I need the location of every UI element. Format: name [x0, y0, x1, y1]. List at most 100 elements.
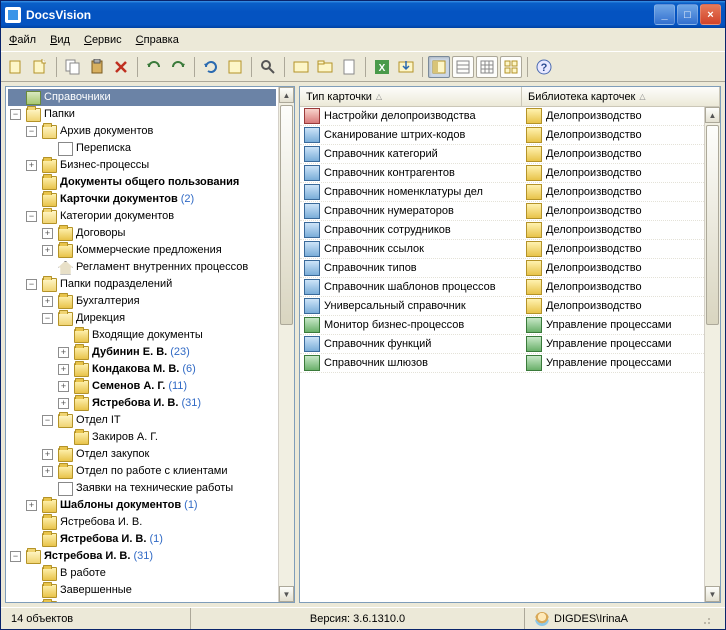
tb-excel-icon[interactable]: X	[371, 56, 393, 78]
tb-card-icon[interactable]	[290, 56, 312, 78]
tree-scrollbar[interactable]: ▲ ▼	[278, 87, 294, 602]
expand-icon[interactable]: +	[58, 364, 69, 375]
tree-folders[interactable]: − Папки	[8, 106, 276, 123]
tree-item[interactable]: +Шаблоны документов (1)	[24, 497, 276, 514]
grid-row[interactable]: Справочник ссылокДелопроизводство	[300, 240, 704, 259]
tree-item[interactable]: Документы общего пользования	[24, 174, 276, 191]
grid-row[interactable]: Справочник категорийДелопроизводство	[300, 145, 704, 164]
tree-item[interactable]: Закиров А. Г.	[56, 429, 276, 446]
tree-item[interactable]: В работе	[24, 565, 276, 582]
tree-item[interactable]: +Бизнес-процессы	[24, 157, 276, 174]
scroll-up-icon[interactable]: ▲	[705, 107, 720, 123]
resize-grip-icon[interactable]	[697, 611, 713, 627]
expand-icon[interactable]: −	[26, 126, 37, 137]
tree-item[interactable]: −Отдел IT	[40, 412, 276, 429]
menu-help[interactable]: Справка	[136, 34, 179, 46]
expand-icon[interactable]: +	[42, 245, 53, 256]
menu-file[interactable]: Файл	[9, 34, 36, 46]
tb-redo-icon[interactable]	[167, 56, 189, 78]
grid-row[interactable]: Универсальный справочникДелопроизводство	[300, 297, 704, 316]
expand-icon[interactable]: −	[10, 109, 21, 120]
tree-item[interactable]: +Договоры	[40, 225, 276, 242]
tree-item[interactable]: Папка для экземпляров процесса	[24, 599, 276, 603]
tb-help-icon[interactable]: ?	[533, 56, 555, 78]
tb-undo-icon[interactable]	[143, 56, 165, 78]
tree-item[interactable]: −Архив документов	[24, 123, 276, 140]
expand-icon[interactable]: −	[10, 551, 21, 562]
grid-row[interactable]: Справочник номенклатуры делДелопроизводс…	[300, 183, 704, 202]
tb-export-icon[interactable]	[395, 56, 417, 78]
tb-refresh-icon[interactable]	[200, 56, 222, 78]
tb-copy-icon[interactable]	[62, 56, 84, 78]
tb-delete-icon[interactable]	[110, 56, 132, 78]
tree-item[interactable]: Карточки документов (2)	[24, 191, 276, 208]
titlebar[interactable]: DocsVision _ □ ×	[1, 1, 725, 28]
close-button[interactable]: ×	[700, 4, 721, 25]
tb-props-icon[interactable]	[224, 56, 246, 78]
tree-item[interactable]: +Бухгалтерия	[40, 293, 276, 310]
tree-item[interactable]: Переписка	[40, 140, 276, 157]
expand-icon[interactable]: +	[42, 228, 53, 239]
scroll-down-icon[interactable]: ▼	[279, 586, 294, 602]
folder-tree[interactable]: Справочники − Папки −Архив документовПер…	[6, 87, 278, 603]
grid-row[interactable]: Настройки делопроизводстваДелопроизводст…	[300, 107, 704, 126]
minimize-button[interactable]: _	[654, 4, 675, 25]
expand-icon[interactable]: +	[42, 449, 53, 460]
expand-icon[interactable]: +	[26, 500, 37, 511]
menu-view[interactable]: Вид	[50, 34, 70, 46]
expand-icon[interactable]: −	[42, 415, 53, 426]
grid-body[interactable]: Настройки делопроизводстваДелопроизводст…	[300, 107, 704, 602]
expand-icon[interactable]: +	[58, 398, 69, 409]
scroll-thumb[interactable]	[706, 125, 719, 325]
scroll-up-icon[interactable]: ▲	[279, 87, 294, 103]
tb-view3-icon[interactable]	[476, 56, 498, 78]
grid-row[interactable]: Монитор бизнес-процессовУправление проце…	[300, 316, 704, 335]
grid-row[interactable]: Справочник сотрудниковДелопроизводство	[300, 221, 704, 240]
expand-icon[interactable]: +	[58, 347, 69, 358]
maximize-button[interactable]: □	[677, 4, 698, 25]
scroll-thumb[interactable]	[280, 105, 293, 325]
tb-new-icon[interactable]	[5, 56, 27, 78]
tree-item[interactable]: Регламент внутренних процессов	[40, 259, 276, 276]
tree-item[interactable]: −Дирекция	[40, 310, 276, 327]
expand-icon[interactable]: +	[42, 296, 53, 307]
tree-item[interactable]: +Отдел по работе с клиентами	[40, 463, 276, 480]
tree-item[interactable]: Входящие документы	[56, 327, 276, 344]
tree-item[interactable]: +Отдел закупок	[40, 446, 276, 463]
tb-view4-icon[interactable]	[500, 56, 522, 78]
grid-row[interactable]: Сканирование штрих-кодовДелопроизводство	[300, 126, 704, 145]
tree-item[interactable]: +Коммерческие предложения	[40, 242, 276, 259]
tb-folder-icon[interactable]	[314, 56, 336, 78]
scroll-down-icon[interactable]: ▼	[705, 586, 720, 602]
tree-item[interactable]: +Ястребова И. В. (31)	[56, 395, 276, 412]
expand-icon[interactable]: −	[26, 211, 37, 222]
expand-icon[interactable]: +	[26, 160, 37, 171]
tree-item[interactable]: Ястребова И. В.	[24, 514, 276, 531]
grid-row[interactable]: Справочник контрагентовДелопроизводство	[300, 164, 704, 183]
expand-icon[interactable]: −	[26, 279, 37, 290]
tb-search-icon[interactable]	[257, 56, 279, 78]
tree-item[interactable]: −Категории документов	[24, 208, 276, 225]
tree-item[interactable]: Ястребова И. В. (1)	[24, 531, 276, 548]
expand-icon[interactable]: +	[42, 466, 53, 477]
tree-item[interactable]: Завершенные	[24, 582, 276, 599]
grid-header-library[interactable]: Библиотека карточек △	[522, 87, 720, 106]
list-scrollbar[interactable]: ▲ ▼	[704, 107, 720, 602]
tree-item[interactable]: −Папки подразделений	[24, 276, 276, 293]
tree-item[interactable]: +Кондакова М. В. (6)	[56, 361, 276, 378]
expand-icon[interactable]: −	[42, 313, 53, 324]
expand-icon[interactable]: +	[58, 381, 69, 392]
grid-row[interactable]: Справочник функцийУправление процессами	[300, 335, 704, 354]
tb-view1-icon[interactable]	[428, 56, 450, 78]
tb-doc-icon[interactable]	[338, 56, 360, 78]
tb-new2-icon[interactable]	[29, 56, 51, 78]
tree-user-root[interactable]: − Ястребова И. В. (31)	[8, 548, 276, 565]
tree-item[interactable]: Заявки на технические работы	[40, 480, 276, 497]
tb-paste-icon[interactable]	[86, 56, 108, 78]
grid-row[interactable]: Справочник шлюзовУправление процессами	[300, 354, 704, 373]
tb-view2-icon[interactable]	[452, 56, 474, 78]
grid-row[interactable]: Справочник шаблонов процессовДелопроизво…	[300, 278, 704, 297]
menu-service[interactable]: Сервис	[84, 34, 122, 46]
grid-header-type[interactable]: Тип карточки △	[300, 87, 522, 106]
tree-item[interactable]: +Семенов А. Г. (11)	[56, 378, 276, 395]
